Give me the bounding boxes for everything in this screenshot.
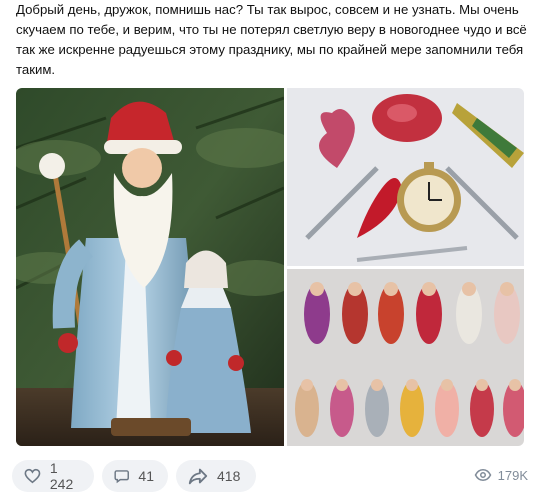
comment-button[interactable]: 41 (102, 460, 168, 492)
comment-icon (114, 470, 129, 484)
like-button[interactable]: 1 242 (12, 460, 94, 492)
views-counter: 179K (474, 466, 528, 484)
share-button[interactable]: 418 (176, 460, 256, 492)
post-text: Добрый день, дружок, помнишь нас? Ты так… (16, 2, 527, 77)
eye-icon (474, 468, 491, 482)
heart-icon (24, 468, 41, 484)
share-arrow-icon (188, 468, 208, 485)
photo-ornaments-dolls[interactable] (287, 269, 524, 446)
like-count: 1 242 (49, 460, 74, 492)
post-actions-bar: 1 242 41 418 179K (12, 460, 528, 494)
photo-ornaments-vintage[interactable] (287, 88, 524, 266)
photo-gallery (16, 88, 524, 446)
share-count: 418 (217, 468, 241, 484)
photo-ded-moroz[interactable] (16, 88, 284, 446)
views-count: 179K (497, 467, 528, 483)
comment-count: 41 (138, 468, 154, 484)
